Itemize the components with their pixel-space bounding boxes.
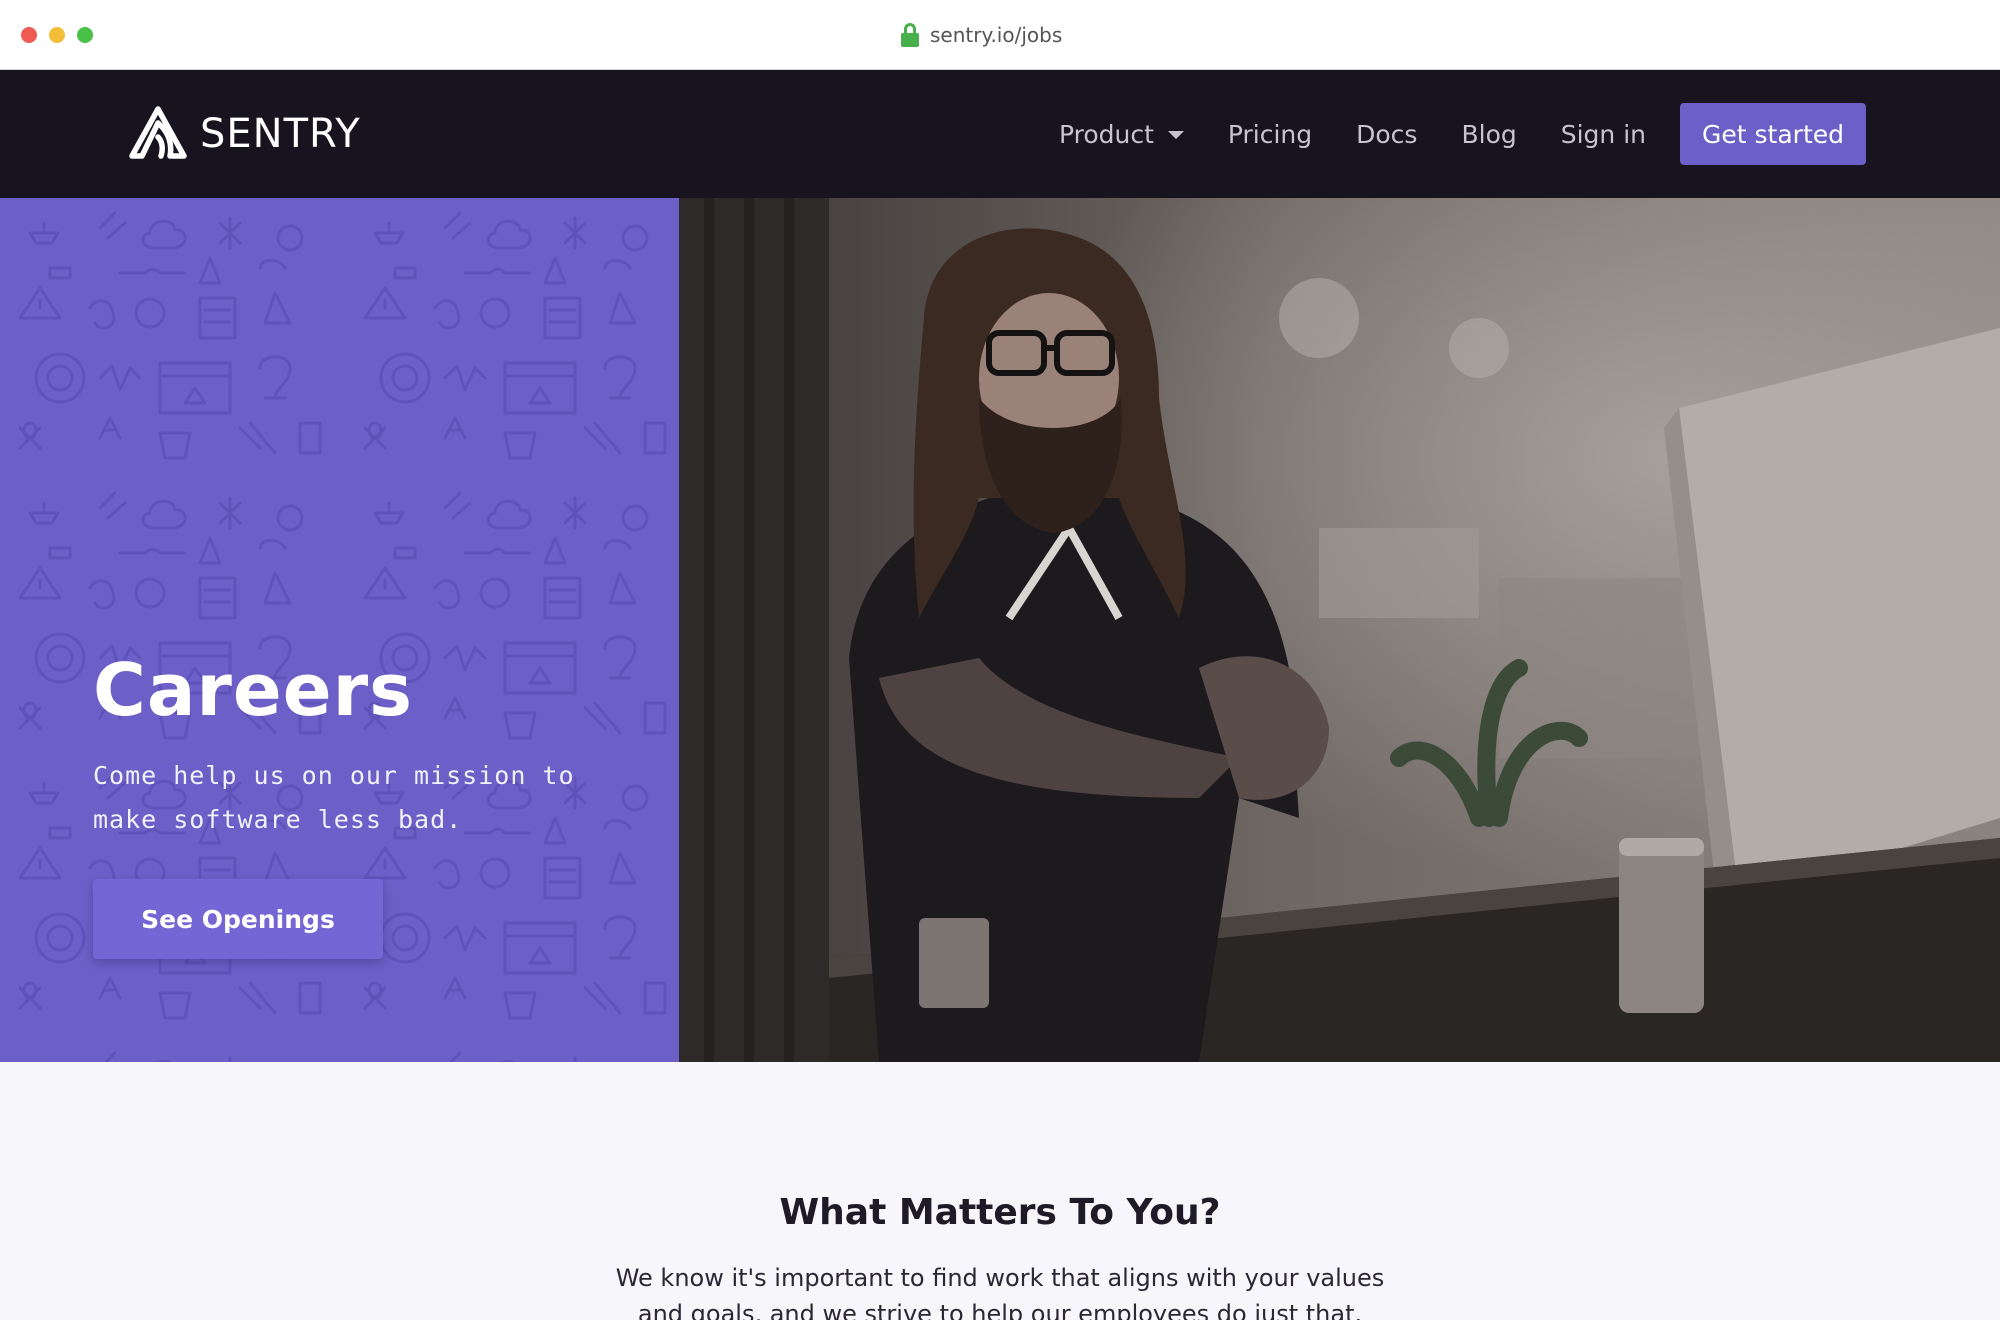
get-started-button[interactable]: Get started	[1680, 103, 1866, 165]
section-title: What Matters To You?	[779, 1192, 1221, 1233]
url-text: sentry.io/jobs	[930, 23, 1063, 47]
browser-chrome: sentry.io/jobs	[0, 0, 2000, 70]
section-text: We know it's important to find work that…	[615, 1264, 1385, 1320]
maximize-window-icon[interactable]	[77, 27, 93, 43]
logo-text: SENTRY	[200, 111, 361, 157]
values-section: What Matters To You? We know it's import…	[0, 1062, 2000, 1320]
nav-product[interactable]: Product	[1059, 120, 1184, 149]
person-photo-image	[679, 198, 2000, 1062]
close-window-icon[interactable]	[21, 27, 37, 43]
hero-subtitle: Come help us on our mission to make soft…	[93, 761, 575, 834]
nav-blog[interactable]: Blog	[1461, 120, 1516, 149]
hero-panel: Careers Come help us on our mission to m…	[0, 198, 679, 1062]
nav-pricing[interactable]: Pricing	[1228, 120, 1312, 149]
nav-sign-in[interactable]: Sign in	[1561, 120, 1646, 149]
see-openings-button[interactable]: See Openings	[93, 879, 383, 959]
hero-photo	[679, 198, 2000, 1062]
sentry-logo-icon	[129, 106, 187, 159]
address-bar[interactable]: sentry.io/jobs	[900, 20, 1062, 50]
sentry-logo[interactable]: SENTRY	[128, 106, 361, 162]
minimize-window-icon[interactable]	[49, 27, 65, 43]
nav-product-label: Product	[1058, 119, 1154, 149]
caret-down-icon	[1167, 131, 1184, 139]
nav-links: Product Pricing Docs Blog Sign in Get st…	[1059, 70, 2000, 198]
site-header: SENTRY Product Pricing Docs Blog Sign in…	[0, 70, 2000, 198]
page-title: Careers	[93, 648, 413, 732]
lock-icon	[900, 23, 920, 47]
nav-docs[interactable]: Docs	[1356, 120, 1417, 149]
